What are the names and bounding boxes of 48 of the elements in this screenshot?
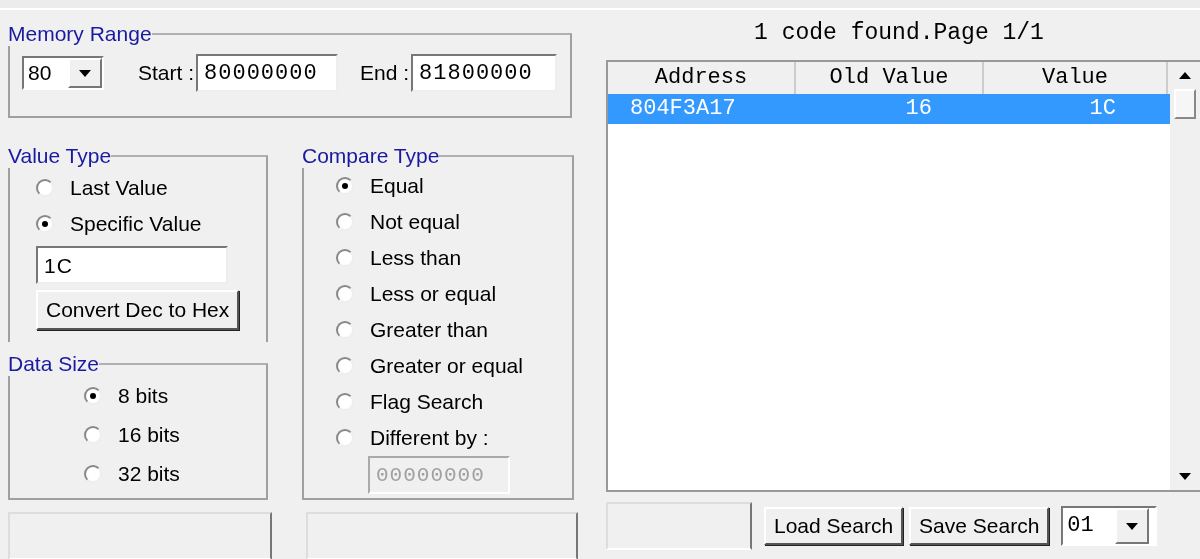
group-title: Value Type	[8, 144, 112, 168]
radio-button[interactable]	[336, 393, 354, 411]
radio-button[interactable]	[336, 249, 354, 267]
radio-button[interactable]	[36, 215, 54, 233]
convert-button[interactable]: Convert Dec to Hex	[36, 290, 240, 330]
save-search-button[interactable]: Save Search	[909, 507, 1050, 545]
table-cell-text: 804F3A17	[629, 95, 737, 123]
option-label[interactable]: 8 bits	[118, 383, 169, 408]
scrollbar[interactable]	[1170, 62, 1200, 490]
group-title: Data Size	[8, 352, 100, 376]
option-label[interactable]: Greater or equal	[370, 354, 523, 378]
start-label: Start :	[138, 61, 195, 85]
radio-button[interactable]	[84, 386, 102, 405]
end-label: End :	[360, 61, 410, 85]
page-dropdown[interactable]: 01	[1061, 506, 1158, 546]
radio-button[interactable]	[336, 177, 354, 195]
load-search-button[interactable]: Load Search	[764, 507, 904, 545]
option-label[interactable]: 16 bits	[118, 422, 180, 447]
value-field[interactable]: 1C	[36, 246, 228, 284]
option-label[interactable]: 32 bits	[118, 461, 180, 486]
option-label[interactable]: Less than	[370, 246, 462, 270]
radio-button[interactable]	[36, 179, 54, 197]
results-status: 1 code found.Page 1/1	[753, 19, 1045, 48]
radio-button[interactable]	[84, 425, 102, 444]
option-label[interactable]: Last Value	[70, 176, 168, 200]
radio-button[interactable]	[336, 357, 354, 375]
scroll-up-icon[interactable]	[1179, 72, 1191, 79]
group-title: Memory Range	[8, 22, 152, 46]
scroll-down-icon[interactable]	[1179, 473, 1191, 480]
option-label[interactable]: Equal	[370, 174, 424, 198]
radio-button[interactable]	[336, 285, 354, 303]
region-dropdown[interactable]: 80	[22, 56, 104, 90]
radio-button[interactable]	[336, 429, 354, 447]
group-title: Compare Type	[302, 144, 440, 168]
radio-button[interactable]	[84, 464, 102, 483]
table-cell-text: 1C	[1088, 95, 1117, 123]
radio-button[interactable]	[336, 321, 354, 339]
option-label[interactable]: Different by :	[370, 426, 489, 450]
option-label[interactable]: Not equal	[370, 210, 460, 234]
scroll-thumb[interactable]	[1174, 89, 1196, 119]
start-address-field[interactable]: 80000000	[196, 54, 339, 92]
radio-button[interactable]	[336, 213, 354, 231]
option-label[interactable]: Greater than	[370, 318, 488, 342]
end-address-field[interactable]: 81800000	[411, 54, 558, 92]
option-label[interactable]: Less or equal	[370, 282, 497, 306]
table-cell-text: 16	[904, 95, 933, 123]
option-label[interactable]: Specific Value	[70, 212, 202, 236]
option-label[interactable]: Flag Search	[370, 390, 484, 414]
